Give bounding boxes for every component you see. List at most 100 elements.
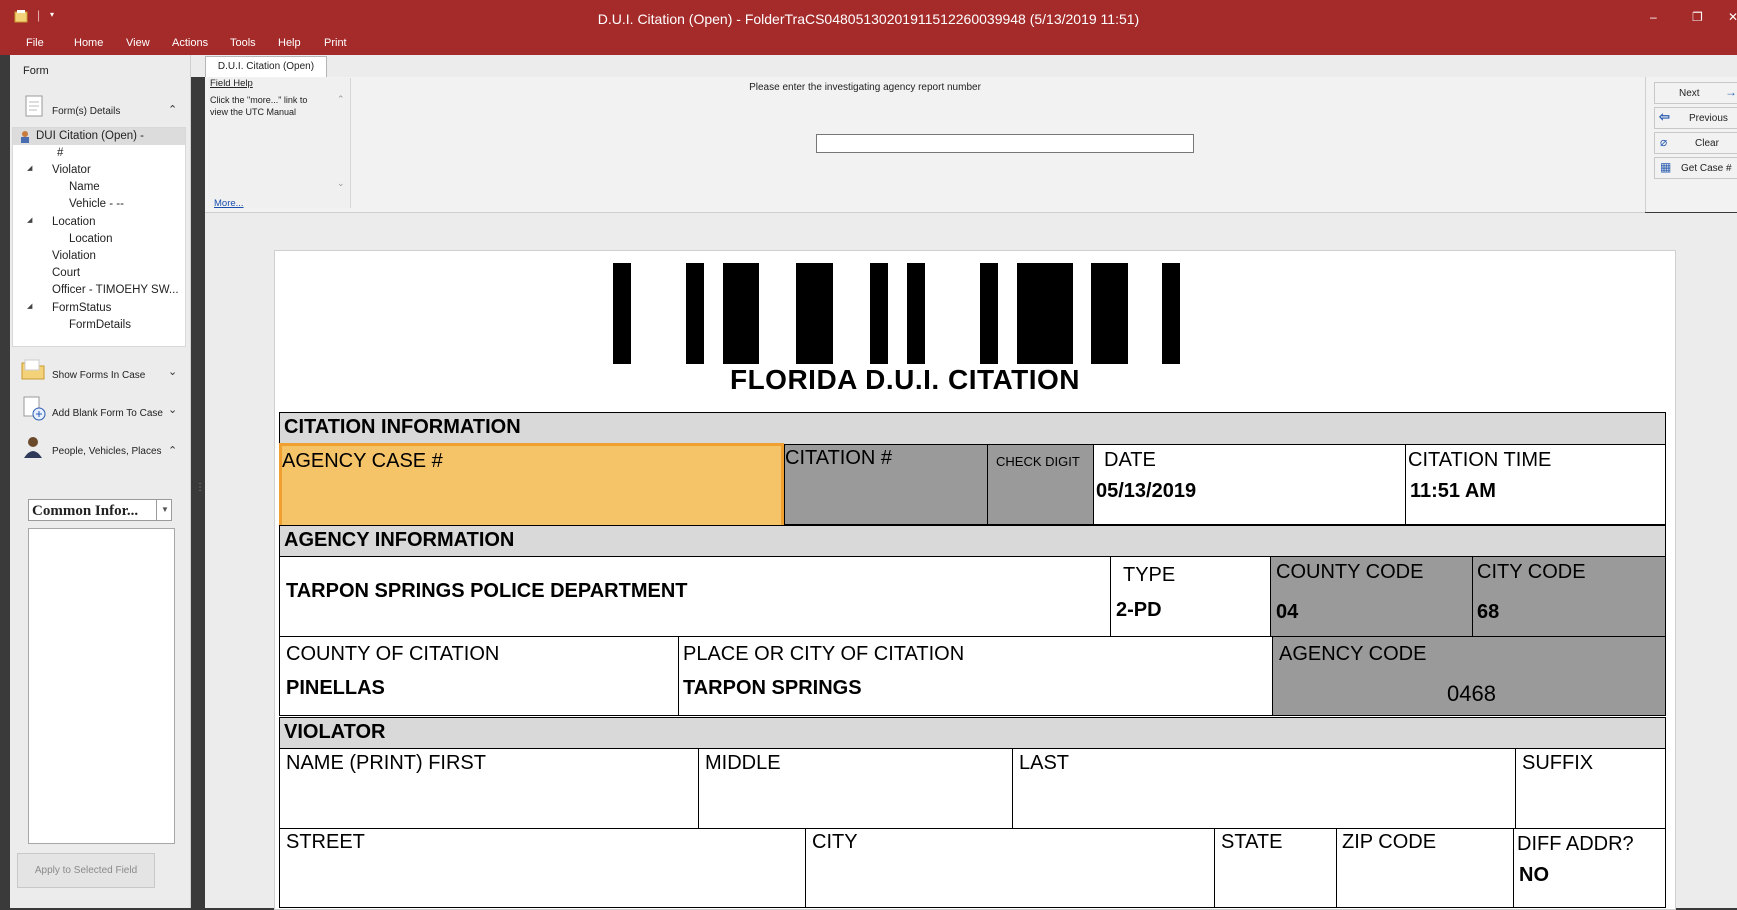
agency-code-field[interactable]: AGENCY CODE 0468 [1272, 636, 1666, 716]
first-name-label: NAME (PRINT) FIRST [286, 752, 486, 774]
diff-addr-field[interactable]: DIFF ADDR? NO [1513, 828, 1666, 908]
zip-code-label: ZIP CODE [1342, 831, 1437, 853]
common-info-list[interactable] [28, 528, 175, 844]
tree-item-formstatus[interactable]: FormStatus [52, 302, 111, 314]
county-of-citation-label: COUNTY OF CITATION [286, 643, 500, 665]
chevron-up-icon[interactable]: ⌃ [168, 444, 177, 457]
citation-number-label: CITATION # [785, 447, 893, 469]
select-dropdown-icon[interactable]: ▼ [156, 500, 173, 520]
tree-item-location[interactable]: Location [52, 216, 95, 228]
people-icon [22, 435, 44, 464]
chevron-up-icon[interactable]: ⌃ [168, 103, 177, 116]
state-field[interactable]: STATE [1214, 828, 1337, 908]
agency-name-field[interactable]: TARPON SPRINGS POLICE DEPARTMENT [279, 556, 1111, 637]
expand-toggle-icon[interactable]: ◢ [27, 216, 32, 224]
zip-code-field[interactable]: ZIP CODE [1336, 828, 1514, 908]
window-title: D.U.I. Citation (Open) - FolderTraCS0480… [597, 11, 1140, 27]
menu-file[interactable]: File [26, 37, 44, 49]
citation-number-field[interactable]: CITATION # [784, 444, 988, 525]
restore-button[interactable]: ❐ [1692, 10, 1703, 24]
county-code-field[interactable]: COUNTY CODE 04 [1270, 556, 1473, 637]
forms-details-label[interactable]: Form(s) Details [52, 106, 120, 117]
tree-item-formdetails[interactable]: FormDetails [69, 319, 131, 331]
common-info-select[interactable]: Common Infor... [28, 499, 172, 521]
close-button[interactable]: ✕ [1728, 10, 1737, 24]
barcode [610, 263, 1185, 364]
form-title: FLORIDA D.U.I. CITATION [729, 364, 1081, 395]
field-help-panel: Field Help Click the "more..." link to v… [208, 78, 351, 209]
last-name-field[interactable]: LAST [1012, 748, 1516, 829]
violator-header: VIOLATOR [279, 717, 1666, 750]
tree-item-location-sub[interactable]: Location [69, 233, 112, 245]
city-field[interactable]: CITY [805, 828, 1215, 908]
tab-bar [191, 55, 1737, 77]
city-code-label: CITY CODE [1477, 561, 1586, 583]
city-code-value: 68 [1477, 601, 1500, 623]
menu-home[interactable]: Home [74, 37, 103, 49]
more-link[interactable]: More... [214, 198, 244, 209]
tree-item-violation[interactable]: Violation [52, 250, 96, 262]
previous-button[interactable]: ⇦ Previous [1654, 107, 1737, 129]
clear-button[interactable]: ⌀ Clear [1654, 132, 1737, 154]
tree-item-officer[interactable]: Officer - TIMOEHY SW... [52, 284, 179, 296]
agency-report-number-input[interactable] [816, 134, 1194, 153]
suffix-field[interactable]: SUFFIX [1515, 748, 1666, 829]
case-grid-icon: ▦ [1660, 160, 1672, 174]
menu-help[interactable]: Help [278, 37, 301, 49]
tree-item-dui-citation[interactable]: DUI Citation (Open) - [36, 130, 144, 142]
agency-type-field[interactable]: TYPE 2-PD [1110, 556, 1271, 637]
minimize-button[interactable]: – [1650, 10, 1657, 24]
agency-code-value: 0468 [1447, 681, 1496, 706]
tab-dui-citation[interactable]: D.U.I. Citation (Open) [205, 56, 327, 77]
street-field[interactable]: STREET [279, 828, 806, 908]
state-label: STATE [1221, 831, 1283, 853]
chevron-down-icon[interactable]: ⌄ [168, 403, 177, 416]
menu-print[interactable]: Print [324, 37, 347, 49]
splitter-grip-icon[interactable]: ⋮ [195, 482, 205, 493]
chevron-down-icon[interactable]: ⌄ [168, 365, 177, 378]
agency-case-label: AGENCY CASE # [282, 450, 443, 472]
agency-case-field[interactable]: AGENCY CASE # [279, 443, 784, 528]
expand-toggle-icon[interactable]: ◢ [27, 164, 32, 172]
agency-type-label: TYPE [1123, 564, 1176, 586]
middle-name-field[interactable]: MIDDLE [698, 748, 1013, 829]
county-code-value: 04 [1276, 601, 1299, 623]
add-blank-form-label[interactable]: Add Blank Form To Case [52, 408, 166, 419]
title-bar: | ▾ D.U.I. Citation (Open) - FolderTraCS… [0, 0, 1737, 55]
citation-user-icon [19, 130, 31, 148]
expand-toggle-icon[interactable]: ◢ [27, 302, 32, 310]
tree-item-court[interactable]: Court [52, 267, 80, 279]
menu-view[interactable]: View [126, 37, 150, 49]
add-form-icon [22, 395, 46, 426]
agency-type-value: 2-PD [1116, 599, 1162, 621]
field-help-text-line2: view the UTC Manual [210, 107, 297, 117]
place-of-citation-label: PLACE OR CITY OF CITATION [683, 643, 965, 665]
scroll-down-icon[interactable]: ⌄ [337, 178, 345, 189]
citation-time-value: 11:51 AM [1410, 480, 1496, 502]
apply-to-selected-field-button[interactable]: Apply to Selected Field [17, 853, 155, 888]
citation-time-label: CITATION TIME [1408, 449, 1552, 471]
date-field[interactable]: DATE 05/13/2019 [1093, 444, 1406, 525]
get-case-number-button[interactable]: ▦ Get Case # [1654, 157, 1737, 179]
scroll-up-icon[interactable]: ⌃ [337, 94, 345, 105]
first-name-field[interactable]: NAME (PRINT) FIRST [279, 748, 699, 829]
suffix-label: SUFFIX [1522, 752, 1594, 774]
county-of-citation-field[interactable]: COUNTY OF CITATION PINELLAS [279, 636, 679, 716]
tree-item-number[interactable]: # [57, 147, 63, 159]
check-digit-label: CHECK DIGIT [996, 454, 1080, 469]
date-label: DATE [1104, 449, 1156, 471]
tree-item-vehicle[interactable]: Vehicle - -- [69, 198, 124, 210]
county-code-label: COUNTY CODE [1276, 561, 1424, 583]
tree-item-name[interactable]: Name [69, 181, 100, 193]
diff-addr-value: NO [1519, 864, 1549, 886]
menu-tools[interactable]: Tools [230, 37, 256, 49]
next-button[interactable]: Next → [1654, 82, 1737, 104]
check-digit-field[interactable]: CHECK DIGIT [987, 444, 1094, 525]
show-forms-in-case-label[interactable]: Show Forms In Case [52, 370, 145, 381]
people-vehicles-places-label[interactable]: People, Vehicles, Places [52, 446, 162, 457]
tree-item-violator[interactable]: Violator [52, 164, 91, 176]
city-code-field[interactable]: CITY CODE 68 [1472, 556, 1666, 637]
citation-time-field[interactable]: CITATION TIME 11:51 AM [1405, 444, 1666, 525]
menu-actions[interactable]: Actions [172, 37, 208, 49]
place-of-citation-field[interactable]: PLACE OR CITY OF CITATION TARPON SPRINGS [678, 636, 1273, 716]
